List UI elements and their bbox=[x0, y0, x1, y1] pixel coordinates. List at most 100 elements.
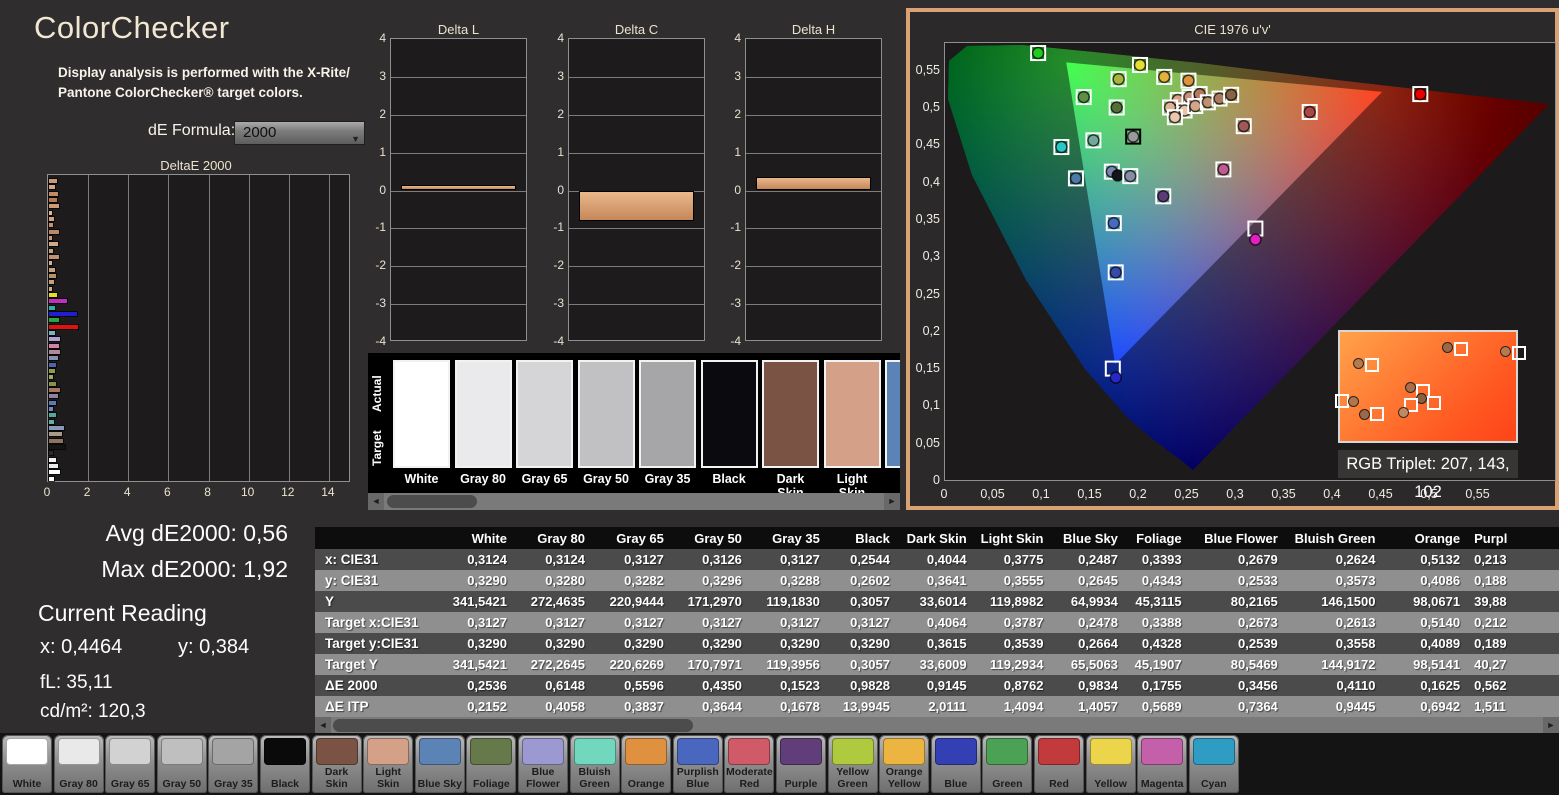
patch-button-blue[interactable]: Blue bbox=[930, 735, 981, 793]
measured-point bbox=[1168, 110, 1182, 124]
swatch-label: Gray 50 bbox=[583, 472, 629, 486]
patch-button-gray-50[interactable]: Gray 50 bbox=[156, 735, 207, 793]
scroll-right-icon[interactable]: ► bbox=[884, 493, 900, 510]
patch-button-red[interactable]: Red bbox=[1034, 735, 1084, 793]
deltae-bar bbox=[47, 317, 61, 324]
patch-button-green[interactable]: Green bbox=[982, 735, 1033, 793]
table-row: y: CIE31 0,3290 0,3280 0,3282 0,3296 0,3288 0,… bbox=[315, 570, 1559, 591]
scroll-right-icon[interactable]: ► bbox=[1543, 717, 1559, 734]
patch-button-gray-35[interactable]: Gray 35 bbox=[208, 735, 259, 793]
patch-button-gray-65[interactable]: Gray 65 bbox=[105, 735, 156, 793]
cell: 0,4328 bbox=[1131, 633, 1196, 654]
deltae-bar bbox=[47, 469, 62, 476]
swatch-scrollbar[interactable]: ◄ ► bbox=[368, 493, 900, 510]
swatch-light-skin[interactable] bbox=[823, 360, 881, 468]
cell: 0,7364 bbox=[1195, 696, 1292, 717]
patch-color-chip bbox=[1141, 738, 1184, 765]
y-tick-label: -3 bbox=[730, 296, 741, 311]
swatch-dark-skin[interactable] bbox=[762, 360, 819, 468]
deltae-bar bbox=[47, 424, 66, 431]
cie-x-tick: 0,35 bbox=[1271, 487, 1296, 501]
patch-button-purplish-blue[interactable]: Purplish Blue bbox=[672, 735, 723, 793]
cell: 0,189 bbox=[1474, 633, 1559, 654]
patch-label: Dark Skin bbox=[324, 766, 349, 790]
patch-color-chip bbox=[831, 738, 874, 765]
gridline bbox=[208, 175, 210, 481]
patch-button-yellow-green[interactable]: Yellow Green bbox=[827, 735, 878, 793]
column-header: Orange bbox=[1389, 527, 1475, 549]
patch-button-orange[interactable]: Orange bbox=[621, 735, 672, 793]
swatch-gray-65[interactable] bbox=[516, 360, 573, 468]
patch-color-chip bbox=[6, 738, 48, 765]
measured-point bbox=[1217, 163, 1230, 176]
delta-bar bbox=[756, 177, 871, 191]
swatch-gray-80[interactable] bbox=[454, 360, 512, 468]
patch-button-light-skin[interactable]: Light Skin bbox=[363, 735, 414, 793]
deltae-bar bbox=[47, 431, 64, 438]
patch-button-white[interactable]: White bbox=[2, 735, 52, 793]
table-scrollbar[interactable]: ◄ ► bbox=[315, 717, 1559, 734]
deltae-bar bbox=[47, 215, 56, 222]
swatch-gray-35[interactable] bbox=[639, 360, 696, 468]
patch-button-gray-80[interactable]: Gray 80 bbox=[53, 735, 104, 793]
gridline bbox=[746, 152, 881, 154]
de-formula-dropdown[interactable]: 2000 ▼ bbox=[234, 121, 365, 145]
inset-target-square bbox=[1335, 393, 1350, 408]
y-tick-label: -3 bbox=[553, 296, 564, 311]
cell: 0,9445 bbox=[1291, 696, 1390, 717]
swatch-gray-50[interactable] bbox=[577, 360, 635, 468]
scroll-thumb[interactable] bbox=[387, 495, 477, 508]
patch-button-blue-sky[interactable]: Blue Sky bbox=[414, 735, 465, 793]
swatch-white[interactable] bbox=[393, 360, 450, 468]
cie-y-tick: 0 bbox=[933, 473, 940, 487]
patch-button-magenta[interactable]: Magenta bbox=[1137, 735, 1188, 793]
swatch-black[interactable] bbox=[700, 360, 758, 468]
cell: 272,2645 bbox=[520, 654, 599, 675]
patch-button-orange-yellow[interactable]: Orange Yellow bbox=[879, 735, 930, 793]
swatch-blue[interactable] bbox=[885, 360, 900, 468]
cell: 98,5141 bbox=[1389, 654, 1475, 675]
measurement-table: White Gray 80 Gray 65 Gray 50 Gray 35 Black Da… bbox=[315, 527, 1559, 717]
patch-button-black[interactable]: Black bbox=[260, 735, 310, 793]
deltae-bar bbox=[48, 178, 58, 184]
cell: 0,3127 bbox=[598, 549, 678, 570]
measured-point bbox=[1157, 70, 1171, 84]
scroll-thumb[interactable] bbox=[333, 719, 693, 732]
patch-button-bluish-green[interactable]: Bluish Green bbox=[569, 735, 620, 793]
cie-x-tick: 0,1 bbox=[1032, 487, 1050, 501]
swatch-label: Gray 35 bbox=[644, 472, 691, 486]
patch-color-chip bbox=[367, 738, 410, 765]
measured-point bbox=[1157, 190, 1170, 203]
cell: 119,8982 bbox=[980, 591, 1058, 612]
cie-y-tick: 0,55 bbox=[915, 62, 940, 77]
description-line1: Display analysis is performed with the X… bbox=[58, 65, 350, 80]
current-cdm2: cd/m²: 120,3 bbox=[40, 701, 146, 722]
patch-button-cyan[interactable]: Cyan bbox=[1188, 735, 1239, 793]
scroll-left-icon[interactable]: ◄ bbox=[368, 493, 384, 510]
patch-label: Gray 80 bbox=[59, 777, 98, 790]
y-tick-label: -1 bbox=[730, 220, 741, 235]
scroll-left-icon[interactable]: ◄ bbox=[315, 717, 331, 734]
cell: 119,3956 bbox=[755, 654, 834, 675]
patch-button-blue-flower[interactable]: Blue Flower bbox=[518, 735, 568, 793]
deltae-bar bbox=[47, 374, 55, 381]
y-tick-label: 1 bbox=[557, 144, 564, 159]
patch-button-purple[interactable]: Purple bbox=[776, 735, 826, 793]
gridline bbox=[746, 76, 881, 78]
patch-button-foliage[interactable]: Foliage bbox=[466, 735, 517, 793]
measured-point bbox=[1189, 99, 1202, 113]
patch-button-yellow[interactable]: Yellow bbox=[1085, 735, 1136, 793]
deltae-bar bbox=[47, 228, 61, 235]
patch-button-moderate-red[interactable]: Moderate Red bbox=[724, 735, 775, 793]
cell: 341,5421 bbox=[443, 591, 521, 612]
patch-button-dark-skin[interactable]: Dark Skin bbox=[311, 735, 362, 793]
swatch-label: Dark Skin bbox=[776, 472, 805, 493]
cie-y-tick: 0,2 bbox=[922, 323, 940, 338]
inset-target-square bbox=[1426, 396, 1441, 411]
cell: 0,1678 bbox=[755, 696, 834, 717]
cell: 0,212 bbox=[1474, 612, 1559, 633]
y-tick-label: 1 bbox=[379, 144, 386, 159]
gridline bbox=[328, 175, 330, 481]
table-row: Target y:CIE31 0,3290 0,3290 0,3290 0,3290 0,… bbox=[315, 633, 1559, 654]
cell: 0,2613 bbox=[1291, 612, 1390, 633]
